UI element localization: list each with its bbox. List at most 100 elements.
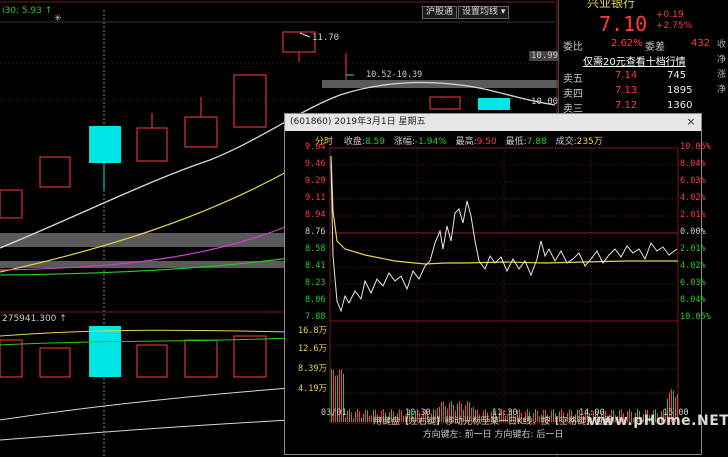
- high-price-label: 11.70: [312, 33, 340, 43]
- wei-cha-label: 委差: [645, 42, 665, 53]
- change-pct: +2.75%: [656, 21, 693, 31]
- candle-up: [0, 189, 23, 219]
- chevron-down-icon: ▾: [500, 7, 506, 17]
- band: [322, 80, 558, 88]
- ask-volume: 1895: [667, 85, 693, 96]
- price-tick: 8.06: [305, 295, 326, 305]
- price-tick: 9.29: [305, 176, 326, 186]
- change-block: +0.19 +2.75%: [656, 10, 692, 32]
- close-icon[interactable]: ×: [685, 116, 697, 128]
- candle-up: [184, 116, 218, 148]
- volume-tick: 8.39万: [298, 364, 327, 374]
- time-tick: 10:30: [405, 408, 431, 418]
- popup-title: (601860) 2019年3月1日 星期五: [290, 117, 426, 127]
- wei-cha-value: 432: [691, 38, 711, 49]
- axis-price-label: 10.99: [529, 51, 561, 61]
- volume-bar: [233, 335, 267, 378]
- volume-bar: [184, 339, 218, 378]
- quote-panel: 兴业银行 7.10 +0.19 +2.75% 委比 2.62% 委差 432 仅…: [558, 0, 728, 125]
- stock-name: 兴业银行: [587, 0, 636, 10]
- watermark: www.pHome.NET: [588, 413, 728, 429]
- time-tick: 03/01: [321, 408, 347, 418]
- ask-price: 7.14: [615, 70, 638, 81]
- ask-price: 7.13: [615, 85, 638, 96]
- hint-line-2: 方向键左: 前一日 方向键右: 后一日: [422, 430, 564, 440]
- volume-tick: 4.19万: [298, 384, 327, 394]
- price-tick: 7.88: [305, 312, 326, 322]
- vol-ma-yellow: [0, 329, 291, 337]
- arrow-up-icon: ↑: [59, 314, 67, 324]
- vol-ma-green: [0, 337, 291, 346]
- pct-tick: 8.04%: [680, 159, 706, 169]
- intraday-popup[interactable]: (601860) 2019年3月1日 星期五 × 分时 收盘:8.59 涨幅:-…: [284, 113, 711, 455]
- candle-up: [233, 74, 267, 128]
- vol-ma-white-2: [0, 419, 291, 441]
- range-label: 10.52-10.39: [366, 70, 423, 80]
- popup-titlebar[interactable]: (601860) 2019年3月1日 星期五 ×: [285, 114, 701, 131]
- ask-row: 卖五 7.14 745: [563, 70, 723, 85]
- pct-tick: 0.00%: [680, 227, 706, 237]
- volume-bar-down: [89, 326, 121, 377]
- wei-bi-label: 委比: [563, 42, 583, 53]
- price-tick: 8.94: [305, 210, 326, 220]
- pct-tick: 6.03%: [680, 176, 706, 186]
- side-char: 涨: [717, 70, 727, 80]
- volume-label: 275941.300 ↑: [2, 314, 67, 324]
- price-tick: 8.58: [305, 244, 326, 254]
- side-char: 净: [717, 85, 727, 95]
- vol-ma-white: [0, 387, 291, 421]
- volume-bar: [0, 339, 23, 378]
- price-tick: 8.23: [305, 278, 326, 288]
- cursor-star-icon: ✳: [54, 14, 62, 24]
- pct-tick: 10.05%: [680, 312, 711, 322]
- candle-up: [282, 31, 316, 53]
- volume-bars: [0, 335, 267, 378]
- indicator-label: i30: 5.93 ↑: [2, 6, 52, 16]
- wei-bi-row: 委比 2.62% 委差 432: [563, 38, 723, 53]
- change-value: +0.19: [656, 10, 684, 20]
- ten-level-banner-link[interactable]: 仅需20元查看十档行情: [583, 53, 686, 68]
- arrow-up-icon: ↑: [44, 6, 53, 16]
- time-tick: 11:30: [492, 408, 518, 418]
- candle-up: [39, 156, 71, 188]
- ask-price: 7.12: [615, 100, 638, 111]
- pct-tick: 8.04%: [680, 295, 706, 305]
- ma-settings-button[interactable]: 设置均线 ▾: [458, 6, 510, 19]
- high-marker: [299, 32, 311, 38]
- wei-bi-value: 2.62%: [611, 38, 643, 49]
- pct-tick: 10.05%: [680, 142, 711, 152]
- ask-volume: 1360: [667, 100, 693, 111]
- axis-price-label: 10.00: [531, 97, 559, 107]
- pct-tick: 6.03%: [680, 278, 706, 288]
- pct-tick: 2.01%: [680, 210, 706, 220]
- candle-down: [478, 98, 510, 110]
- volume-tick: 16.8万: [298, 326, 327, 336]
- pct-tick: 4.02%: [680, 261, 706, 271]
- side-char: 净: [717, 55, 727, 65]
- volume-bar: [136, 344, 168, 378]
- volume-tick: 12.6万: [298, 344, 327, 354]
- ask-label: 卖四: [563, 89, 583, 100]
- price-tick: 9.46: [305, 159, 326, 169]
- ask-label: 卖五: [563, 74, 583, 85]
- side-column: 收 净 涨 净: [717, 38, 726, 98]
- candle-down: [89, 126, 121, 163]
- pct-tick: 4.02%: [680, 193, 706, 203]
- ma-settings-label: 设置均线: [462, 7, 499, 17]
- indicator-value: i30: 5.93: [2, 6, 42, 16]
- pct-tick: 2.01%: [680, 244, 706, 254]
- price-tick: 8.76: [305, 227, 326, 237]
- current-price: 7.10: [599, 12, 648, 36]
- price-tick: 8.41: [305, 261, 326, 271]
- price-tick: 9.11: [305, 193, 326, 203]
- candle-up: [136, 127, 168, 162]
- time-grid: [416, 148, 592, 423]
- volume-value: 275941.300: [2, 314, 57, 324]
- volume-bar: [39, 347, 71, 378]
- candle-up: [429, 96, 461, 110]
- intraday-chart[interactable]: [285, 131, 703, 431]
- price-tick: 9.64: [305, 142, 326, 152]
- shgt-button[interactable]: 沪股通: [422, 6, 458, 19]
- side-char: 收: [717, 40, 727, 50]
- ask-row: 卖四 7.13 1895: [563, 85, 723, 100]
